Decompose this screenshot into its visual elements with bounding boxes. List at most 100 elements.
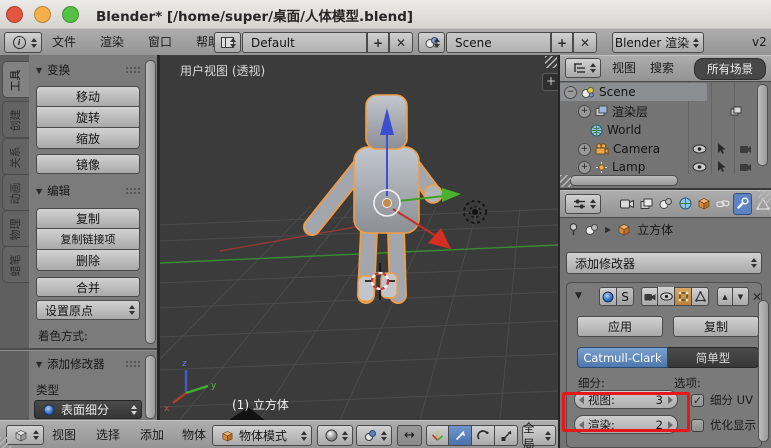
outliner-menu-view[interactable]: 视图 bbox=[612, 58, 636, 79]
panel-header-add-modifier-operator[interactable]: ▼ 添加修改器 bbox=[36, 356, 140, 372]
add-scene-button[interactable]: + bbox=[551, 32, 573, 53]
scene-selector[interactable] bbox=[418, 32, 445, 53]
menu-window[interactable]: 窗口 bbox=[148, 32, 172, 53]
modifier-render-toggle[interactable] bbox=[641, 287, 658, 306]
delete-scene-button[interactable]: ✕ bbox=[573, 32, 597, 53]
subdivision-type-simple[interactable]: 简单型 bbox=[668, 347, 759, 368]
modifier-move-up-button[interactable]: ▲ bbox=[717, 287, 733, 306]
shelf-tab-physics[interactable]: 物理 bbox=[2, 210, 29, 247]
outliner-horizontal-scrollbar[interactable] bbox=[570, 175, 678, 186]
manipulator-translate-button[interactable] bbox=[426, 425, 449, 446]
tab-scene-icon[interactable] bbox=[659, 197, 673, 210]
tree-row-render-layers[interactable]: + 渲染层 bbox=[578, 102, 648, 120]
viewport-3d[interactable]: z y x 用户视图 (透视) (1) 立方体 + bbox=[160, 55, 558, 420]
panel-header-edit[interactable]: ▼ 编辑 bbox=[36, 183, 140, 199]
editor-type-selector-3dview[interactable] bbox=[6, 425, 44, 445]
editor-type-selector-outliner[interactable] bbox=[565, 58, 601, 78]
scene-balls-icon[interactable] bbox=[585, 223, 599, 236]
manipulator-rotate-button[interactable] bbox=[472, 425, 495, 446]
eye-icon[interactable] bbox=[692, 162, 707, 172]
renderlayer-toggle-icon[interactable] bbox=[730, 106, 742, 117]
view3d-menu-view[interactable]: 视图 bbox=[52, 425, 76, 446]
viewport-shading-dropdown[interactable] bbox=[317, 425, 353, 446]
scene-name-field[interactable]: Scene bbox=[446, 32, 551, 53]
gizmo-y-arrow-icon[interactable] bbox=[442, 188, 461, 202]
collapse-expander-icon[interactable]: − bbox=[564, 85, 577, 99]
menu-render[interactable]: 渲染 bbox=[100, 32, 124, 53]
tree-item-label[interactable]: 渲染层 bbox=[612, 103, 648, 120]
duplicate-linked-button[interactable]: 复制链接项 bbox=[36, 229, 140, 250]
add-layout-button[interactable]: + bbox=[367, 32, 389, 53]
region-resize-corner[interactable] bbox=[758, 191, 771, 204]
modifier-type-dropdown[interactable]: 表面细分 bbox=[34, 400, 142, 419]
breadcrumb-object-name[interactable]: 立方体 bbox=[637, 221, 673, 238]
manipulator-toggle-button[interactable]: ↔ bbox=[397, 425, 422, 446]
modifier-cage-toggle[interactable] bbox=[692, 287, 709, 306]
pivot-point-dropdown[interactable] bbox=[356, 425, 392, 446]
tool-shelf-scrollbar[interactable] bbox=[145, 60, 156, 344]
minimize-window-button[interactable] bbox=[34, 6, 51, 23]
rotate-button[interactable]: 旋转 bbox=[36, 107, 140, 128]
optimal-display-option[interactable]: 优化显示 bbox=[691, 417, 756, 433]
interaction-mode-dropdown[interactable]: 物体模式 bbox=[212, 425, 312, 446]
region-divider[interactable] bbox=[0, 348, 157, 351]
modifier-editmode-toggle[interactable] bbox=[675, 287, 692, 306]
manipulator-arrow-active-button[interactable] bbox=[449, 425, 472, 446]
pointer-select-icon[interactable] bbox=[717, 143, 727, 155]
modifier-move-down-button[interactable]: ▼ bbox=[733, 287, 749, 306]
expand-icon[interactable]: + bbox=[578, 160, 591, 174]
operator-panel-scrollbar[interactable] bbox=[145, 355, 156, 419]
outliner-vertical-scrollbar[interactable] bbox=[757, 84, 768, 166]
delete-button[interactable]: 删除 bbox=[36, 250, 140, 271]
optimal-display-checkbox[interactable] bbox=[691, 418, 704, 432]
tree-item-label[interactable]: Lamp bbox=[612, 160, 645, 174]
apply-modifier-button[interactable]: 应用 bbox=[577, 316, 663, 337]
expand-properties-region-button[interactable]: + bbox=[542, 73, 558, 91]
tree-item-label[interactable]: Camera bbox=[613, 142, 660, 156]
cube-icon[interactable] bbox=[617, 223, 631, 236]
shelf-tab-grease-pencil[interactable]: 蜡笔 bbox=[2, 246, 29, 283]
transform-orientation-dropdown[interactable]: 全局 bbox=[522, 421, 556, 448]
view3d-menu-add[interactable]: 添加 bbox=[140, 425, 164, 446]
shelf-tab-tools[interactable]: 工具 bbox=[2, 61, 29, 98]
join-button[interactable]: 合并 bbox=[36, 277, 140, 297]
region-resize-corner[interactable] bbox=[545, 56, 557, 68]
panel-drag-handle-icon[interactable] bbox=[125, 65, 140, 75]
outliner-menu-search[interactable]: 搜索 bbox=[650, 58, 674, 79]
tab-world-icon[interactable] bbox=[679, 197, 692, 210]
subdivide-uv-checkbox[interactable]: ✓ bbox=[691, 393, 704, 407]
menu-file[interactable]: 文件 bbox=[52, 32, 76, 53]
view3d-menu-select[interactable]: 选择 bbox=[96, 425, 120, 446]
delete-layout-button[interactable]: ✕ bbox=[389, 32, 413, 53]
subdivide-uv-option[interactable]: ✓ 细分 UV bbox=[691, 392, 753, 408]
camera-render-toggle-icon[interactable] bbox=[739, 144, 752, 154]
screen-layout-selector[interactable] bbox=[214, 32, 241, 53]
shelf-tab-animation[interactable]: 动画 bbox=[2, 174, 29, 211]
panel-drag-handle-icon[interactable] bbox=[125, 186, 140, 196]
screen-layout-name-field[interactable]: Default bbox=[242, 32, 367, 53]
expand-icon[interactable]: + bbox=[578, 142, 591, 156]
eye-icon[interactable] bbox=[692, 144, 707, 154]
modifier-collapse-icon[interactable]: ▼ bbox=[575, 291, 582, 301]
panel-drag-handle-icon[interactable] bbox=[125, 359, 140, 369]
tab-object-icon[interactable] bbox=[697, 197, 711, 210]
scale-button[interactable]: 缩放 bbox=[36, 128, 140, 149]
tab-constraints-icon[interactable] bbox=[716, 198, 730, 210]
add-modifier-dropdown[interactable]: 添加修改器 bbox=[566, 252, 762, 274]
modifier-name-field[interactable]: S bbox=[617, 287, 634, 306]
tab-render-layers-icon[interactable] bbox=[640, 198, 653, 210]
view3d-menu-object[interactable]: 物体 bbox=[182, 425, 206, 446]
tree-row-lamp[interactable]: + Lamp bbox=[578, 159, 645, 175]
modifier-viewport-toggle[interactable] bbox=[658, 287, 675, 306]
copy-modifier-button[interactable]: 复制 bbox=[673, 316, 759, 337]
properties-scrollbar[interactable] bbox=[758, 300, 769, 442]
outliner-display-mode-dropdown[interactable]: 所有场景 bbox=[694, 58, 766, 80]
mirror-button[interactable]: 镜像 bbox=[36, 154, 140, 174]
tab-modifiers-active[interactable] bbox=[733, 193, 752, 215]
region-resize-corner[interactable] bbox=[0, 437, 11, 448]
editor-type-selector-properties[interactable] bbox=[565, 194, 601, 214]
manipulator-scale-button[interactable] bbox=[495, 425, 518, 446]
expand-icon[interactable]: + bbox=[578, 104, 591, 118]
move-button[interactable]: 移动 bbox=[36, 86, 140, 107]
set-origin-dropdown[interactable]: 设置原点 bbox=[36, 300, 140, 320]
